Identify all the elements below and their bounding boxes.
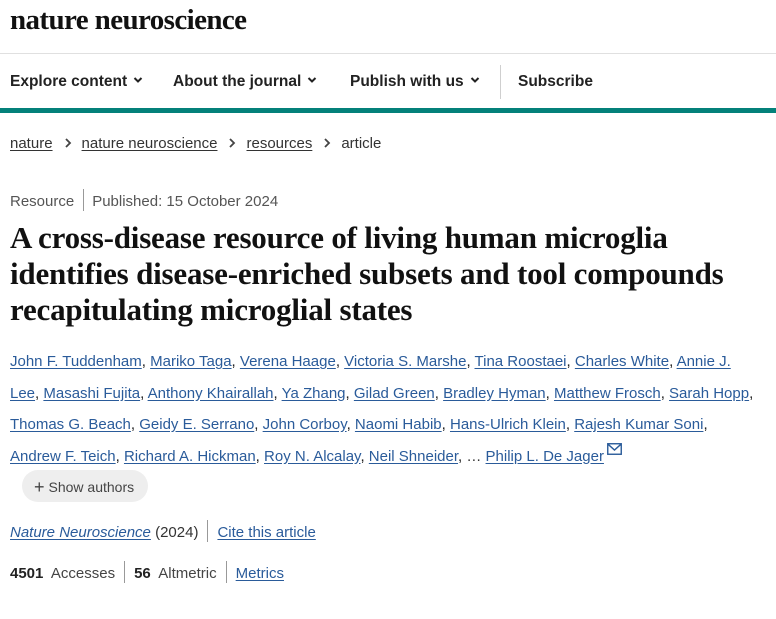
chevron-right-icon [324,138,331,148]
nav-explore-content[interactable]: Explore content [10,63,143,101]
author-link[interactable]: Richard A. Hickman [124,448,256,465]
article-metrics: 4501 Accesses 56 Altmetric Metrics [10,561,284,585]
author-link[interactable]: Victoria S. Marshe [344,353,466,370]
citation-line: Nature Neuroscience (2024) Cite this arti… [10,520,316,544]
author-link[interactable]: Roy N. Alcalay [264,448,360,465]
nav-label: Publish with us [350,73,464,90]
metrics-link[interactable]: Metrics [236,565,284,582]
breadcrumb-nature-neuroscience[interactable]: nature neuroscience [82,135,218,152]
author-link[interactable]: Sarah Hopp [669,385,749,402]
nav-divider [500,65,501,99]
author-link[interactable]: Mariko Taga [150,353,231,370]
author-link[interactable]: Matthew Frosch [554,385,661,402]
author-link[interactable]: Thomas G. Beach [10,416,131,433]
altmetric-score: 56 [134,564,151,582]
journal-link[interactable]: Nature Neuroscience [10,524,151,541]
author-link[interactable]: John Corboy [263,416,347,433]
author-list: John F. Tuddenham, Mariko Taga, Verena H… [10,353,754,465]
header-divider [0,53,776,54]
publication-year: (2024) [155,523,199,541]
breadcrumb-current: article [341,135,382,152]
breadcrumb-resources[interactable]: resources [246,135,312,152]
nav-about-journal[interactable]: About the journal [173,63,317,101]
author-link[interactable]: Tina Roostaei [475,353,567,370]
metrics-divider [225,561,227,583]
author-link[interactable]: Geidy E. Serrano [139,416,254,433]
mail-icon[interactable] [607,442,622,455]
breadcrumb: nature nature neuroscience resources articl… [10,135,381,152]
authors-ellipsis: … [466,447,482,465]
accent-bar [0,108,776,113]
accesses-count: 4501 [10,564,44,582]
nav-label: Explore content [10,73,128,90]
author-link[interactable]: Andrew F. Teich [10,448,116,465]
meta-divider [83,189,85,211]
breadcrumb-nature[interactable]: nature [10,135,53,152]
author-link[interactable]: Hans-Ulrich Klein [450,416,566,433]
article-title: A cross-disease resource of living human… [10,220,724,327]
published-date: Published: 15 October 2024 [92,192,279,210]
chevron-right-icon [64,138,71,148]
chevron-down-icon [133,77,143,83]
article-meta: Resource Published: 15 October 2024 [10,189,279,213]
corresponding-author-link[interactable]: Philip L. De Jager [486,448,604,465]
chevron-down-icon [308,77,317,83]
author-link[interactable]: Masashi Fujita [43,385,140,402]
show-authors-label: Show authors [48,479,135,495]
author-link[interactable]: Rajesh Kumar Soni [574,416,703,433]
accesses-label: Accesses [50,564,116,582]
author-link[interactable]: Charles White [575,353,669,370]
main-nav: Explore content About the journal Publis… [0,63,776,101]
nav-label: About the journal [173,73,302,90]
altmetric-label: Altmetric [158,564,217,582]
author-link[interactable]: Verena Haage [240,353,336,370]
metrics-divider [124,561,126,583]
author-link[interactable]: Gilad Green [354,385,435,402]
author-link[interactable]: Ya Zhang [282,385,346,402]
nav-subscribe[interactable]: Subscribe [518,63,593,101]
author-link[interactable]: Bradley Hyman [443,385,546,402]
nav-publish-with-us[interactable]: Publish with us [350,63,480,101]
chevron-down-icon [470,77,479,83]
cite-article-link[interactable]: Cite this article [217,524,315,541]
journal-logo[interactable]: nature neuroscience [10,4,247,37]
nav-label: Subscribe [518,73,593,90]
author-link[interactable]: Neil Shneider [369,448,458,465]
plus-icon: + [34,477,45,497]
show-authors-button[interactable]: + Show authors [22,470,149,502]
author-link[interactable]: Anthony Khairallah [148,385,274,402]
chevron-right-icon [229,138,236,148]
author-link[interactable]: Naomi Habib [355,416,442,433]
author-link[interactable]: John F. Tuddenham [10,353,142,370]
article-type: Resource [10,192,75,210]
citation-divider [207,520,209,542]
